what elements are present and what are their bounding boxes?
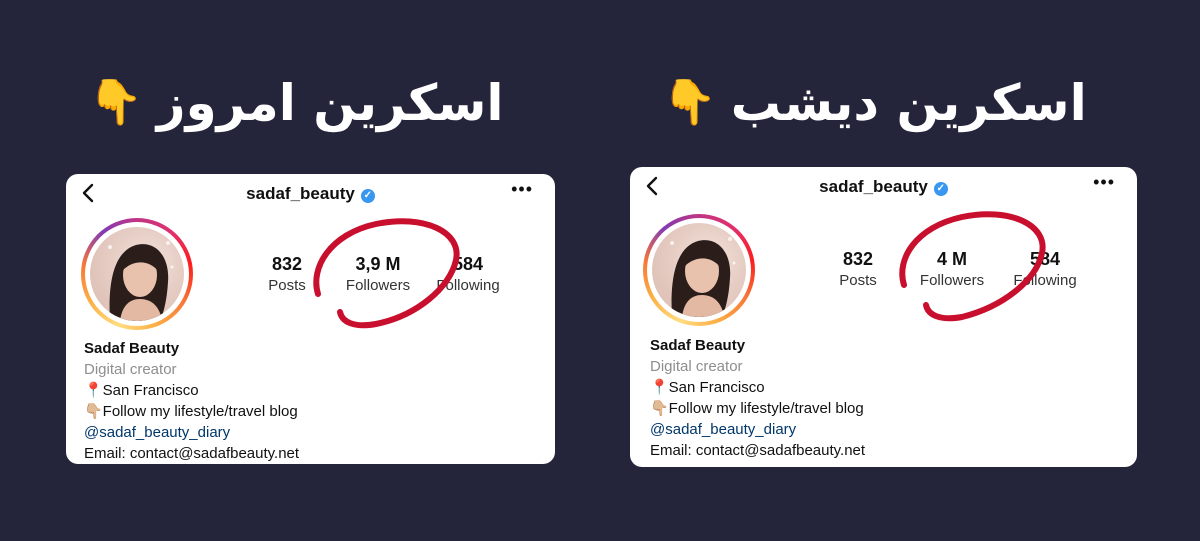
profile-location: 📍San Francisco [650, 379, 765, 396]
profile-email: Email: contact@sadafbeauty.net [84, 445, 300, 462]
following-count: 584 [452, 254, 484, 274]
verified-badge-icon: ✓ [360, 189, 375, 203]
verified-badge-icon: ✓ [933, 182, 948, 196]
profile-header: sadaf_beauty ✓ ••• [66, 174, 555, 214]
heading-today-text: اسکرین امروز [156, 74, 504, 132]
profile-name: Sadaf Beauty [84, 340, 180, 357]
profile-mention-link[interactable]: @sadaf_beauty_diary [84, 422, 299, 443]
following-label: Following [1013, 272, 1077, 289]
profile-header: sadaf_beauty ✓ ••• [630, 167, 1137, 207]
profile-category: Digital creator [84, 361, 177, 378]
heading-last-night: 👇 اسکرین دیشب [662, 68, 1087, 138]
posts-stat[interactable]: 832 Posts [242, 254, 332, 294]
profile-card-today: sadaf_beauty ✓ ••• 832 Posts 3,9 M Follo… [66, 174, 555, 464]
profile-bio: Sadaf Beauty Digital creator 📍San Franci… [84, 338, 299, 464]
heading-last-night-text: اسکرین دیشب [730, 74, 1087, 132]
followers-label: Followers [919, 272, 985, 289]
following-stat[interactable]: 584 Following [1000, 249, 1090, 289]
followers-count: 3,9 M [355, 254, 401, 274]
profile-email: Email: contact@sadafbeauty.net [650, 442, 866, 459]
more-horizontal-icon[interactable]: ••• [511, 179, 533, 200]
following-label: Following [436, 277, 500, 294]
pointing-down-emoji: 👇 [662, 77, 717, 128]
avatar[interactable] [81, 218, 193, 330]
portrait-image [108, 241, 174, 321]
profile-bio: Sadaf Beauty Digital creator 📍San Franci… [650, 335, 865, 461]
more-horizontal-icon[interactable]: ••• [1093, 172, 1115, 193]
followers-count: 4 M [936, 249, 967, 269]
followers-stat[interactable]: 4 M Followers [907, 249, 997, 289]
portrait-image [670, 237, 736, 317]
profile-card-last-night: sadaf_beauty ✓ ••• 832 Posts 4 M Followe… [630, 167, 1137, 467]
profile-username: sadaf_beauty ✓ [630, 177, 1137, 197]
following-stat[interactable]: 584 Following [423, 254, 513, 294]
profile-mention-link[interactable]: @sadaf_beauty_diary [650, 419, 865, 440]
posts-count: 832 [842, 249, 874, 269]
posts-count: 832 [271, 254, 303, 274]
profile-photo [652, 223, 746, 317]
profile-username: sadaf_beauty ✓ [66, 184, 555, 204]
posts-label: Posts [839, 272, 877, 289]
profile-photo [90, 227, 184, 321]
posts-label: Posts [268, 277, 306, 294]
pointing-down-emoji: 👇 [88, 77, 143, 128]
profile-location: 📍San Francisco [84, 382, 199, 399]
profile-bio-line: 👇🏼Follow my lifestyle/travel blog [650, 400, 864, 417]
following-count: 584 [1029, 249, 1061, 269]
followers-label: Followers [345, 277, 411, 294]
profile-category: Digital creator [650, 358, 743, 375]
profile-bio-line: 👇🏼Follow my lifestyle/travel blog [84, 403, 298, 420]
avatar[interactable] [643, 214, 755, 326]
posts-stat[interactable]: 832 Posts [813, 249, 903, 289]
heading-today: 👇 اسکرین امروز [88, 68, 504, 138]
followers-stat[interactable]: 3,9 M Followers [333, 254, 423, 294]
profile-name: Sadaf Beauty [650, 337, 746, 354]
